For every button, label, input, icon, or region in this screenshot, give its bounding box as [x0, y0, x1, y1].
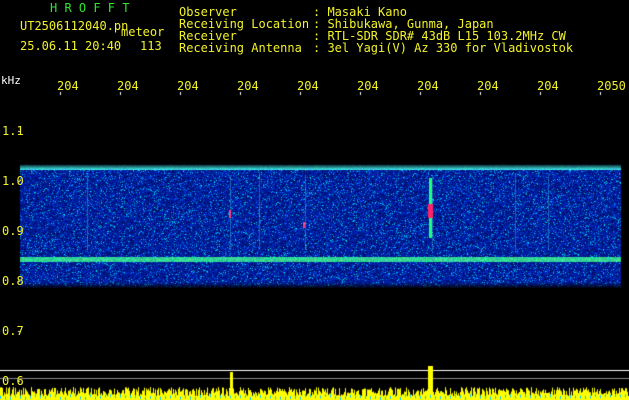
- freq-tick-label: 1.0: [2, 174, 24, 188]
- observation-datetime: 25.06.11 20:40: [20, 39, 122, 53]
- meteor-count: 113: [140, 39, 162, 53]
- freq-tick-label: 0.6: [2, 374, 24, 388]
- app-title: H R O F F T: [50, 1, 130, 15]
- time-tick-label: 2050: [597, 79, 626, 93]
- time-tick-label: 204: [117, 79, 139, 93]
- hrofft-window: H R O F F T UT2506112040.pn meteor 25.06…: [0, 0, 629, 400]
- time-tick-label: 204: [417, 79, 439, 93]
- time-tick-label: 204: [297, 79, 319, 93]
- image-filename: UT2506112040.pn: [20, 19, 129, 33]
- freq-tick-label: 0.9: [2, 224, 24, 238]
- time-tick-label: 204: [537, 79, 559, 93]
- freq-unit-label: kHz: [1, 74, 21, 87]
- freq-tick-label: 0.7: [2, 324, 24, 338]
- time-tick-label: 204: [477, 79, 499, 93]
- time-tick-label: 204: [357, 79, 379, 93]
- antenna-value: : 3el Yagi(V) Az 330 for Vladivostok: [313, 41, 574, 55]
- time-tick-label: 204: [177, 79, 199, 93]
- freq-tick-label: 1.1: [2, 124, 24, 138]
- spectrogram-canvas: [0, 0, 629, 400]
- time-tick-label: 204: [57, 79, 79, 93]
- freq-tick-label: 0.8: [2, 274, 24, 288]
- meteor-label: meteor: [121, 25, 165, 39]
- antenna-label: Receiving Antenna: [179, 41, 302, 55]
- time-tick-label: 204: [237, 79, 259, 93]
